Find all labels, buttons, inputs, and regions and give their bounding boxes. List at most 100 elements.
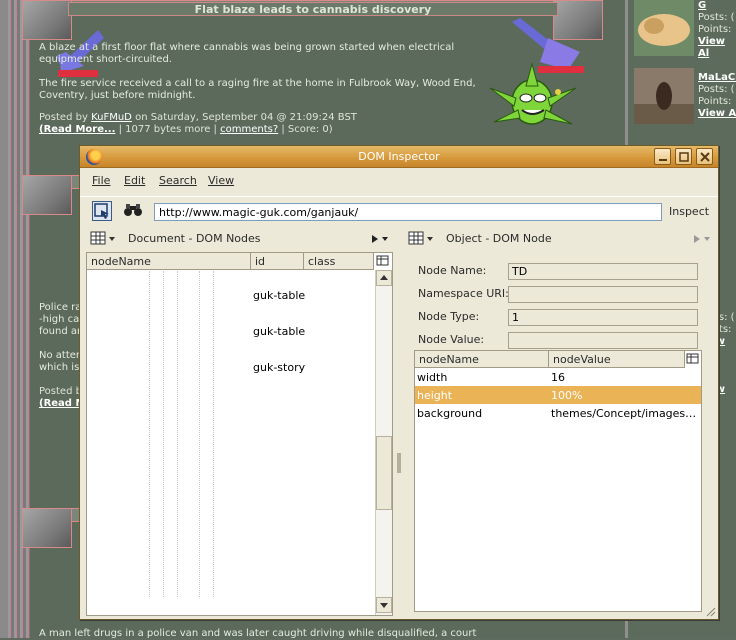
- panel-menu-icon[interactable]: [408, 231, 434, 245]
- node-name-label: Node Name:: [418, 264, 487, 277]
- frame-corner: [22, 508, 72, 548]
- pane-splitter[interactable]: [396, 228, 402, 618]
- user-info: G Posts: ( Points: View Al: [698, 0, 736, 60]
- column-picker-icon[interactable]: [685, 352, 701, 366]
- tree-row-id[interactable]: guk-story: [253, 361, 305, 374]
- attribute-value: themes/Concept/images…: [551, 407, 697, 420]
- story-title: Flat blaze leads to cannabis discovery: [68, 2, 558, 16]
- scroll-up-button[interactable]: [376, 270, 392, 286]
- namespace-label: Namespace URI:: [418, 287, 509, 300]
- column-attr-value[interactable]: nodeValue: [549, 351, 685, 368]
- minimize-icon: [659, 159, 667, 161]
- story-score: | Score: 0): [281, 124, 333, 135]
- cannabis-mascot-icon: [489, 62, 577, 125]
- minimize-button[interactable]: [654, 148, 671, 165]
- attribute-name: height: [417, 389, 453, 402]
- url-input[interactable]: http://www.magic-guk.com/ganjauk/: [154, 203, 662, 221]
- scroll-up-icon: [380, 275, 388, 280]
- view-all-link[interactable]: View Al: [698, 36, 725, 59]
- panel-menu-icon[interactable]: [90, 231, 116, 245]
- view-all-link[interactable]: View Al: [698, 108, 736, 119]
- story-links: (Read More... | 1077 bytes more | commen…: [39, 124, 333, 136]
- node-type-label: Node Type:: [418, 310, 480, 323]
- scroll-down-icon: [380, 603, 388, 608]
- namespace-field[interactable]: [508, 286, 698, 303]
- toolbar: http://www.magic-guk.com/ganjauk/ Inspec…: [80, 196, 718, 224]
- menu-search[interactable]: Search: [159, 174, 197, 187]
- story-byline: Posted by KuFMuD on Saturday, September …: [39, 112, 357, 124]
- maximize-button[interactable]: [675, 148, 692, 165]
- node-type-field[interactable]: 1: [508, 309, 698, 326]
- find-binoculars-icon[interactable]: [124, 203, 142, 217]
- frame-corner: [22, 175, 72, 215]
- title-bar[interactable]: DOM Inspector: [80, 146, 718, 168]
- column-nodename[interactable]: nodeName: [87, 253, 251, 270]
- menu-view[interactable]: View: [208, 174, 234, 187]
- story-paragraph: A man left drugs in a police van and was…: [39, 628, 477, 639]
- author-link[interactable]: KuFMuD: [91, 112, 132, 123]
- right-pane-header: Object - DOM Node: [408, 228, 714, 250]
- attribute-row[interactable]: background themes/Concept/images…: [415, 404, 701, 422]
- column-class[interactable]: class: [304, 253, 374, 270]
- dom-tree-panel: nodeName id class guk-table guk-table gu…: [86, 252, 393, 616]
- attributes-table: nodeName nodeValue width 16 height 100% …: [414, 350, 702, 612]
- user-avatar[interactable]: [634, 0, 694, 56]
- menu-edit[interactable]: Edit: [124, 174, 145, 187]
- select-element-button[interactable]: [92, 201, 112, 221]
- panel-arrows-icon[interactable]: [370, 234, 390, 244]
- dom-inspector-window: DOM Inspector File Edit Search View http…: [79, 145, 719, 620]
- story-paragraph: A blaze at a first floor flat where cann…: [39, 42, 455, 65]
- posted-date: on Saturday, September 04 @ 21:09:24 BST: [135, 112, 357, 123]
- tree-scrollbar[interactable]: [375, 270, 392, 615]
- tree-row-id[interactable]: guk-table: [253, 325, 305, 338]
- tree-guide-line: [149, 271, 150, 597]
- node-value-label: Node Value:: [418, 333, 485, 346]
- close-button[interactable]: [696, 148, 713, 165]
- inspect-button[interactable]: Inspect: [669, 205, 709, 218]
- menu-bar: File Edit Search View: [80, 170, 718, 190]
- node-value-field[interactable]: [508, 332, 698, 349]
- tree-guide-line: [199, 271, 200, 597]
- left-panel-title: Document - DOM Nodes: [128, 232, 261, 245]
- attribute-value: 16: [551, 371, 565, 384]
- close-icon: [700, 152, 710, 162]
- window-title: DOM Inspector: [358, 150, 440, 163]
- attribute-name: background: [417, 407, 483, 420]
- select-element-icon: [94, 203, 109, 219]
- user-posts: Posts: (: [698, 84, 735, 95]
- read-more-link[interactable]: (Read More...: [39, 124, 115, 135]
- dom-node-panel: Node Name: TD Namespace URI: Node Type: …: [406, 252, 714, 616]
- username-link[interactable]: G: [698, 0, 706, 11]
- maximize-icon: [679, 152, 689, 162]
- comments-link[interactable]: comments?: [220, 124, 278, 135]
- scroll-thumb[interactable]: [376, 436, 392, 510]
- splitter-grip-icon: [397, 453, 401, 473]
- scroll-down-button[interactable]: [376, 597, 392, 613]
- column-picker-icon[interactable]: [375, 254, 391, 268]
- user-info: MaLaCh Posts: ( Points: View Al: [698, 72, 736, 120]
- user-posts: Posts: (: [698, 12, 735, 23]
- resize-grip-icon[interactable]: [704, 605, 716, 617]
- attribute-value: 100%: [551, 389, 583, 402]
- user-points: Points:: [698, 96, 732, 107]
- user-avatar[interactable]: [634, 68, 694, 124]
- bytes-more: | 1077 bytes more |: [118, 124, 217, 135]
- user-points: Points:: [698, 24, 732, 35]
- column-attr-name[interactable]: nodeName: [415, 351, 549, 368]
- posted-prefix: Posted by: [39, 112, 88, 123]
- column-id[interactable]: id: [251, 253, 304, 270]
- tree-row-id[interactable]: guk-table: [253, 289, 305, 302]
- attribute-row[interactable]: width 16: [415, 368, 701, 386]
- story-paragraph: The fire service received a call to a ra…: [39, 78, 476, 101]
- right-panel-title: Object - DOM Node: [446, 232, 552, 245]
- tree-guide-line: [213, 271, 214, 597]
- tree-guide-line: [163, 271, 164, 597]
- node-name-field[interactable]: TD: [508, 263, 698, 280]
- panel-arrows-icon[interactable]: [692, 234, 712, 244]
- username-link[interactable]: MaLaCh: [698, 72, 736, 83]
- attribute-row-selected[interactable]: height 100%: [415, 386, 701, 404]
- attribute-name: width: [417, 371, 448, 384]
- menu-file[interactable]: File: [92, 174, 110, 187]
- tree-guide-line: [177, 271, 178, 597]
- left-pane-header: Document - DOM Nodes: [90, 228, 394, 250]
